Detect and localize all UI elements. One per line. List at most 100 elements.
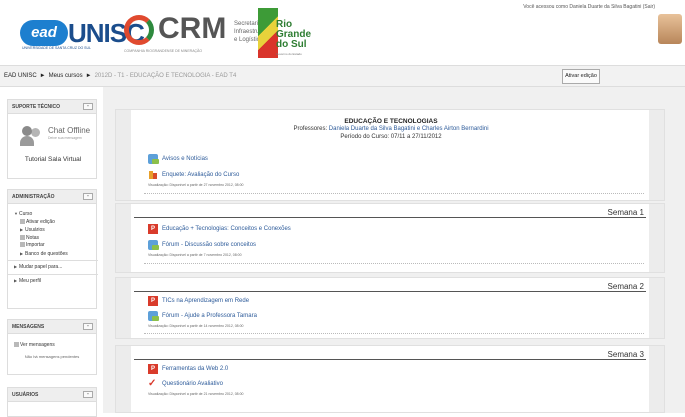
admin-item-label: Meu perfil bbox=[19, 277, 41, 284]
chat-status[interactable]: Chat Offline bbox=[48, 126, 90, 135]
admin-item-meu-perfil[interactable]: ▶ Meu perfil bbox=[14, 277, 98, 286]
login-info[interactable]: Você acessou como Daniela Duarte da Silv… bbox=[523, 4, 655, 10]
availability-note: Visualização: Disponível a partir de 14 … bbox=[148, 324, 244, 328]
block-collapse-icon[interactable]: - bbox=[83, 391, 93, 398]
users-block-header: USUÁRIOS - bbox=[8, 388, 96, 402]
no-messages-text: Não há mensagens pendentes bbox=[24, 354, 80, 359]
crm-logo-subtitle: COMPANHIA RIOGRANDENSE DE MINERAÇÃO bbox=[124, 49, 203, 53]
divider bbox=[134, 291, 646, 292]
import-icon bbox=[20, 242, 25, 247]
admin-item-banco-questoes[interactable]: ▶ Banco de questões bbox=[14, 250, 98, 259]
section-left-bar bbox=[116, 278, 131, 338]
admin-item-curso[interactable]: ▼Curso bbox=[14, 210, 98, 219]
admin-item-label: Usuários bbox=[25, 227, 45, 233]
turn-editing-on-button[interactable]: Ativar edição bbox=[562, 69, 600, 84]
unisc-logo-subtitle: UNIVERSIDADE DE SANTA CRUZ DO SUL bbox=[22, 46, 91, 50]
activity-forum[interactable]: Fórum - Ajude a Professora Tamara bbox=[162, 313, 257, 319]
page-icon: P bbox=[148, 296, 158, 306]
admin-item-label: Mudar papel para... bbox=[19, 264, 63, 270]
block-collapse-icon[interactable]: - bbox=[83, 323, 93, 330]
page-icon: P bbox=[148, 224, 158, 234]
admin-block-header: ADMINISTRAÇÃO - bbox=[8, 190, 96, 204]
section-right-bar bbox=[649, 204, 664, 272]
section-right-bar bbox=[649, 278, 664, 338]
course-period: Período do Curso: 07/11 a 27/11/2012 bbox=[340, 134, 442, 140]
support-block: SUPORTE TÉCNICO - Chat Offline Deixe sua… bbox=[7, 99, 97, 179]
crm-logo-text: CRM bbox=[158, 12, 227, 45]
divider bbox=[144, 333, 644, 334]
rs-logo-text: Rio Grande do Sul bbox=[276, 19, 312, 50]
admin-item-label: Ativar edição bbox=[26, 218, 55, 225]
breadcrumb-my-courses[interactable]: Meus cursos bbox=[49, 73, 83, 79]
course-content: EDUCAÇÃO E TECNOLOGIAS Professores: Dani… bbox=[103, 87, 685, 413]
rs-logo-subtitle: Governo do Estado bbox=[276, 52, 302, 56]
quiz-checkmark-icon: ✓ bbox=[148, 378, 157, 389]
admin-item-label: Notas bbox=[26, 234, 40, 241]
forum-icon bbox=[148, 311, 159, 321]
divider bbox=[8, 273, 98, 275]
availability-note: Visualização: Disponível a partir de 7 n… bbox=[148, 253, 242, 257]
admin-item-label: Importar bbox=[26, 242, 45, 248]
administration-block: ADMINISTRAÇÃO - ▼Curso Ativar edição ▶ Us… bbox=[7, 189, 98, 309]
week-3-section: Semana 3 P Ferramentas da Web 2.0 ✓ Ques… bbox=[115, 345, 665, 413]
professors-names[interactable]: Daniela Duarte da Silva Bagatini e Charl… bbox=[329, 126, 489, 132]
support-block-title: SUPORTE TÉCNICO bbox=[12, 104, 61, 110]
chat-subtitle[interactable]: Deixe sua mensagem bbox=[48, 136, 82, 140]
messages-block: MENSAGENS - Ver mensagens Não há mensage… bbox=[7, 319, 97, 375]
breadcrumb-separator-icon: ► bbox=[85, 73, 92, 79]
section-title: Semana 1 bbox=[607, 208, 644, 217]
admin-item-mudar-papel[interactable]: ▶ Mudar papel para... bbox=[14, 263, 98, 272]
activity-forum[interactable]: Fórum - Discussão sobre conceitos bbox=[162, 242, 256, 248]
admin-item-notas[interactable]: Notas bbox=[14, 234, 98, 243]
section-left-bar bbox=[116, 204, 131, 272]
course-intro-section: EDUCAÇÃO E TECNOLOGIAS Professores: Dani… bbox=[115, 109, 665, 201]
tutorial-link[interactable]: Tutorial Sala Virtual bbox=[8, 156, 98, 163]
messages-block-header: MENSAGENS - bbox=[8, 320, 96, 334]
admin-item-importar[interactable]: Importar bbox=[14, 242, 98, 250]
message-icon bbox=[14, 342, 19, 347]
admin-block-title: ADMINISTRAÇÃO bbox=[12, 194, 55, 200]
page-header: ead UNISC UNIVERSIDADE DE SANTA CRUZ DO … bbox=[0, 0, 685, 65]
messages-block-title: MENSAGENS bbox=[12, 324, 45, 330]
forum-icon bbox=[148, 240, 159, 250]
activity-page[interactable]: Educação + Tecnologias: Conceitos e Cone… bbox=[162, 226, 291, 232]
sidebar: SUPORTE TÉCNICO - Chat Offline Deixe sua… bbox=[0, 87, 103, 417]
block-collapse-icon[interactable]: - bbox=[83, 193, 93, 200]
section-title: Semana 2 bbox=[607, 282, 644, 291]
crm-ring-icon bbox=[124, 15, 154, 45]
admin-item-ativar-edicao[interactable]: Ativar edição bbox=[14, 218, 98, 227]
activity-quiz[interactable]: Questionário Avaliativo bbox=[162, 381, 223, 387]
availability-note: Visualização: Disponível a partir de 21 … bbox=[148, 392, 244, 396]
support-block-header: SUPORTE TÉCNICO - bbox=[8, 100, 96, 114]
admin-item-label: Curso bbox=[19, 211, 33, 217]
ead-unisc-logo[interactable]: ead UNISC UNIVERSIDADE DE SANTA CRUZ DO … bbox=[20, 12, 145, 54]
navbar: EAD UNISC ► Meus cursos ► 2012D - T1 - EDUCA… bbox=[0, 65, 685, 87]
section-title: Semana 3 bbox=[607, 350, 644, 359]
admin-item-label: Banco de questões bbox=[25, 250, 68, 257]
block-collapse-icon[interactable]: - bbox=[83, 103, 93, 110]
pencil-icon bbox=[20, 218, 25, 224]
view-messages-label: Ver mensagens bbox=[20, 342, 55, 348]
rs-flag-icon bbox=[258, 8, 278, 58]
activity-page[interactable]: TICs na Aprendizagem em Rede bbox=[162, 298, 249, 304]
week-1-section: Semana 1 P Educação + Tecnologias: Conce… bbox=[115, 203, 665, 273]
divider bbox=[144, 193, 644, 194]
divider bbox=[134, 359, 646, 360]
availability-note: Visualização: Disponível a partir de 27 … bbox=[148, 183, 244, 187]
activity-news-forum[interactable]: Avisos e Notícias bbox=[162, 156, 208, 162]
forum-icon bbox=[148, 154, 159, 164]
user-avatar[interactable] bbox=[658, 14, 682, 44]
section-left-bar bbox=[116, 346, 131, 412]
grades-icon bbox=[20, 234, 25, 240]
crm-logo: CRM COMPANHIA RIOGRANDENSE DE MINERAÇÃO … bbox=[124, 12, 270, 54]
week-2-section: Semana 2 P TICs na Aprendizagem em Rede … bbox=[115, 277, 665, 339]
activity-poll[interactable]: Enquete: Avaliação do Curso bbox=[162, 172, 239, 178]
chat-users-icon bbox=[20, 126, 42, 146]
activity-page[interactable]: Ferramentas da Web 2.0 bbox=[162, 366, 228, 372]
view-messages-link[interactable]: Ver mensagens bbox=[14, 342, 55, 348]
ead-logo-text: ead bbox=[20, 20, 68, 46]
breadcrumb: EAD UNISC ► Meus cursos ► 2012D - T1 - EDUCA… bbox=[4, 73, 236, 79]
admin-item-usuarios[interactable]: ▶ Usuários bbox=[14, 226, 98, 235]
users-block-title: USUÁRIOS bbox=[12, 392, 39, 398]
breadcrumb-home[interactable]: EAD UNISC bbox=[4, 73, 37, 79]
